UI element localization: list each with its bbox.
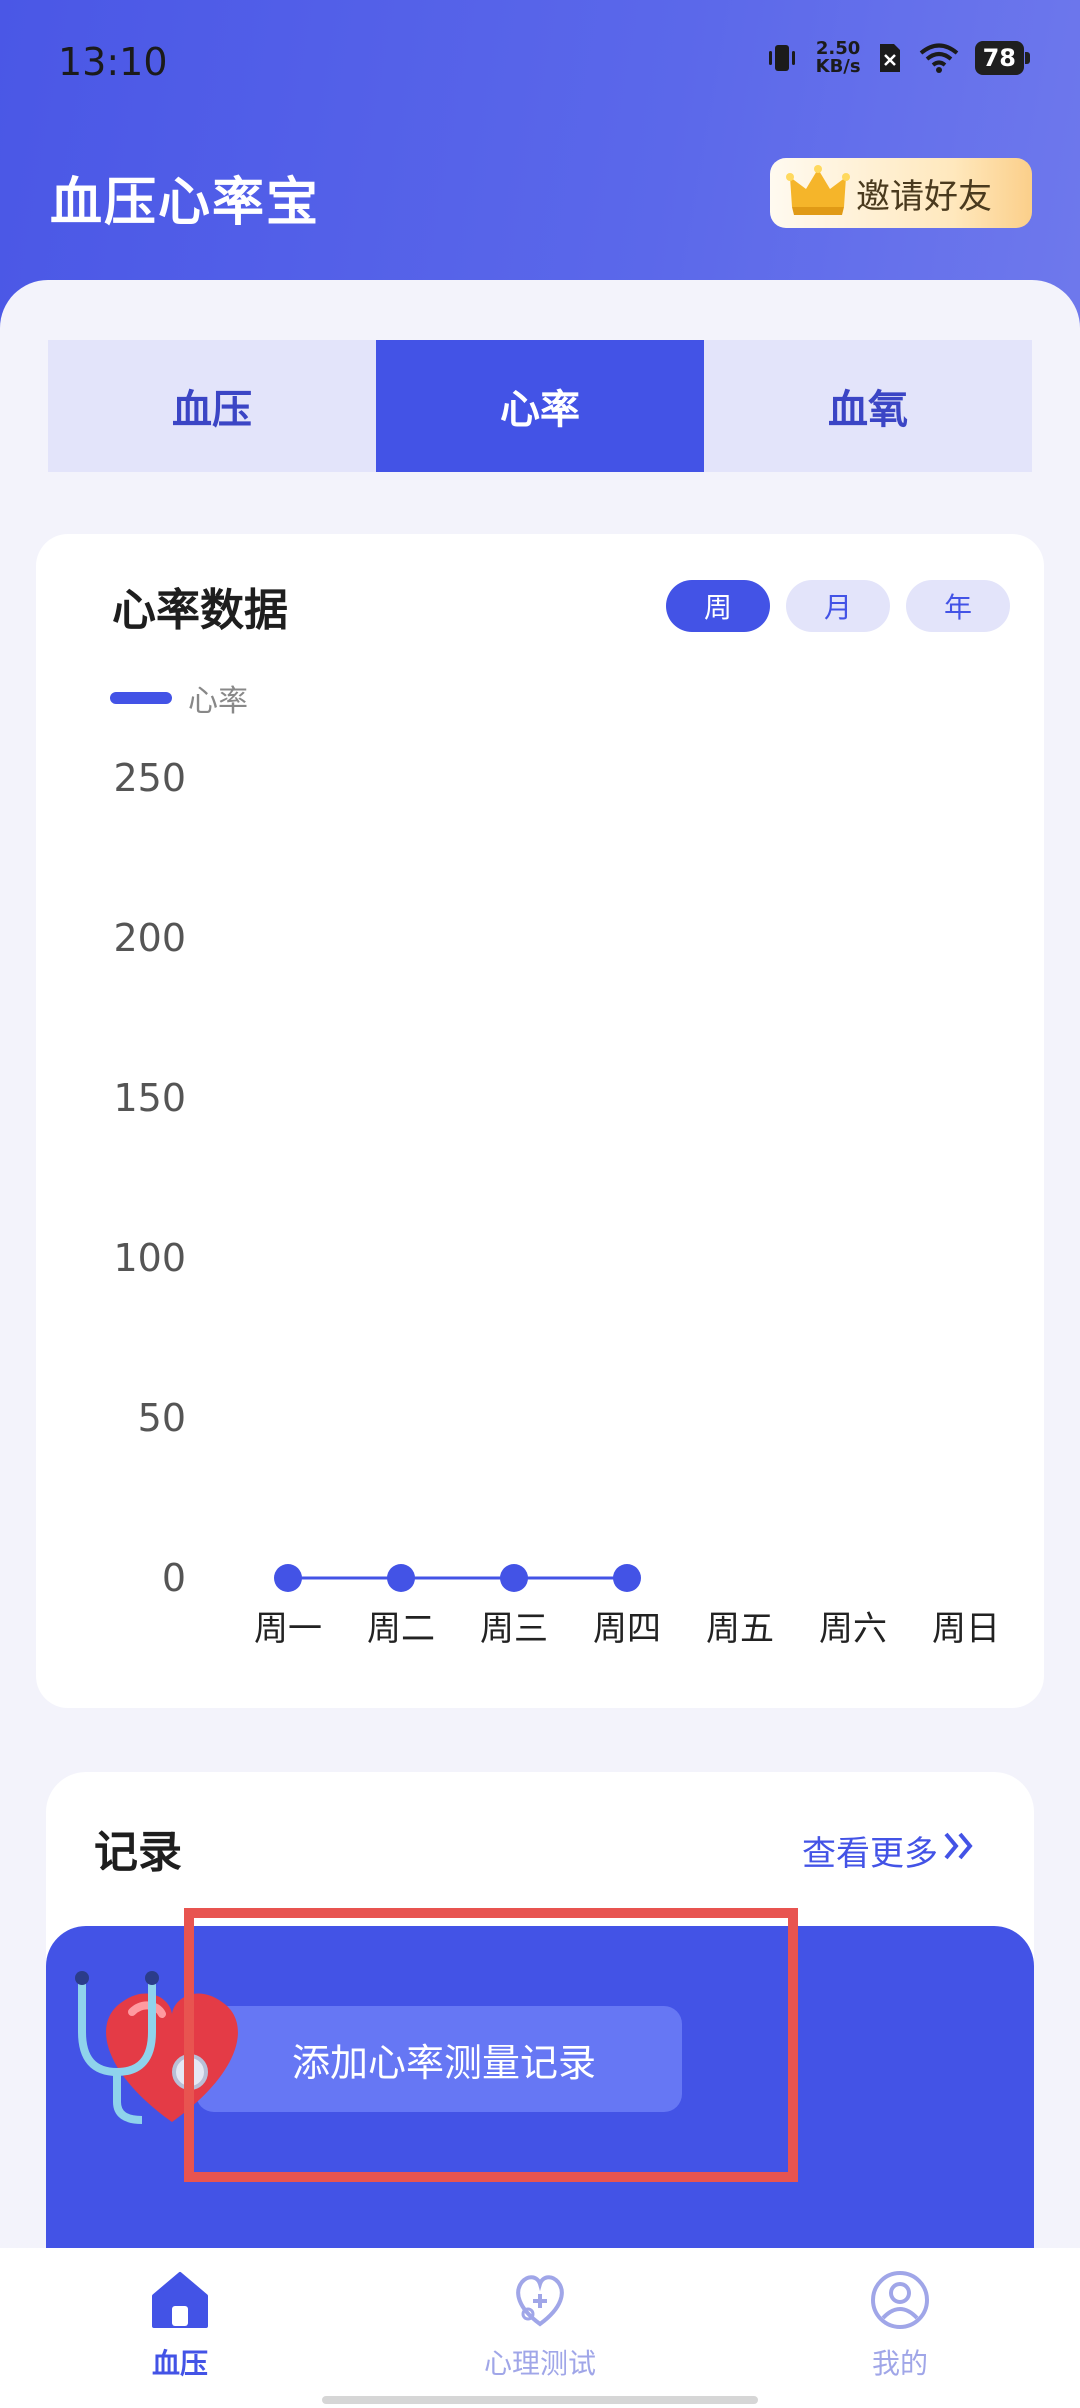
user-icon <box>868 2268 932 2336</box>
heart-stethoscope-icon <box>508 2268 572 2336</box>
y-tick-label: 200 <box>113 916 186 960</box>
tab-heart-rate[interactable]: 心率 <box>376 340 704 472</box>
data-point[interactable] <box>274 1564 302 1592</box>
wifi-icon <box>919 42 959 74</box>
metric-tabs: 血压 心率 血氧 <box>48 340 1032 472</box>
vibrate-icon <box>764 40 800 76</box>
records-title: 记录 <box>94 1827 182 1878</box>
x-tick-label: 周一 <box>254 1609 322 1649</box>
heart-rate-line-chart: 250 200 150 100 50 0 周一 周二 周三 周四 周五 周六 周日 <box>113 756 1000 1649</box>
app-title: 血压心率宝 <box>50 173 321 233</box>
highlight-box <box>184 1908 798 2182</box>
nav-label-blood-pressure: 血压 <box>151 2347 208 2380</box>
invite-friends-label: 邀请好友 <box>856 176 992 217</box>
x-tick-label: 周五 <box>706 1609 774 1649</box>
bottom-navigation: 血压 心理测试 我的 <box>0 2248 1080 2408</box>
x-tick-label: 周日 <box>932 1609 1000 1649</box>
tab-blood-oxygen[interactable]: 血氧 <box>704 340 1032 472</box>
nav-label-profile: 我的 <box>871 2347 928 2380</box>
y-tick-label: 250 <box>113 756 186 800</box>
status-icons: 2.50 KB/s 78 <box>764 40 1031 76</box>
x-tick-label: 周六 <box>819 1609 887 1649</box>
status-bar: 13:10 2.50 KB/s 78 <box>0 0 1080 130</box>
crown-icon <box>786 163 850 223</box>
tab-blood-pressure[interactable]: 血压 <box>48 340 376 472</box>
x-tick-label: 周四 <box>593 1609 661 1649</box>
y-tick-label: 100 <box>113 1236 186 1280</box>
battery-icon: 78 <box>974 41 1031 75</box>
y-tick-label: 0 <box>162 1556 186 1600</box>
sim-off-icon <box>877 41 903 75</box>
x-tick-label: 周二 <box>367 1609 435 1649</box>
network-speed-unit: KB/s <box>815 56 861 77</box>
network-speed: 2.50 KB/s <box>816 40 861 76</box>
nav-label-psych-test: 心理测试 <box>483 2347 596 2380</box>
data-point[interactable] <box>387 1564 415 1592</box>
view-more-link[interactable]: 查看更多 <box>802 1826 978 1875</box>
view-more-label: 查看更多 <box>802 1834 938 1874</box>
home-indicator[interactable] <box>322 2396 758 2404</box>
nav-item-blood-pressure[interactable]: 血压 <box>0 2248 360 2408</box>
nav-item-psych-test[interactable]: 心理测试 <box>360 2248 720 2408</box>
home-icon <box>148 2268 212 2336</box>
y-tick-label: 50 <box>138 1396 186 1440</box>
x-tick-label: 周三 <box>480 1609 548 1649</box>
data-point[interactable] <box>613 1564 641 1592</box>
nav-item-profile[interactable]: 我的 <box>720 2248 1080 2408</box>
y-tick-label: 150 <box>113 1076 186 1120</box>
heart-rate-chart-card: 心率数据 周 月 年 心率 250 200 150 100 50 0 周一 周二 周三 周四 周五周… <box>36 534 1044 1708</box>
invite-friends-button[interactable]: 邀请好友 <box>770 158 1032 228</box>
status-time: 13:10 <box>58 40 168 84</box>
data-point[interactable] <box>500 1564 528 1592</box>
double-chevron-right-icon <box>942 1830 978 1871</box>
